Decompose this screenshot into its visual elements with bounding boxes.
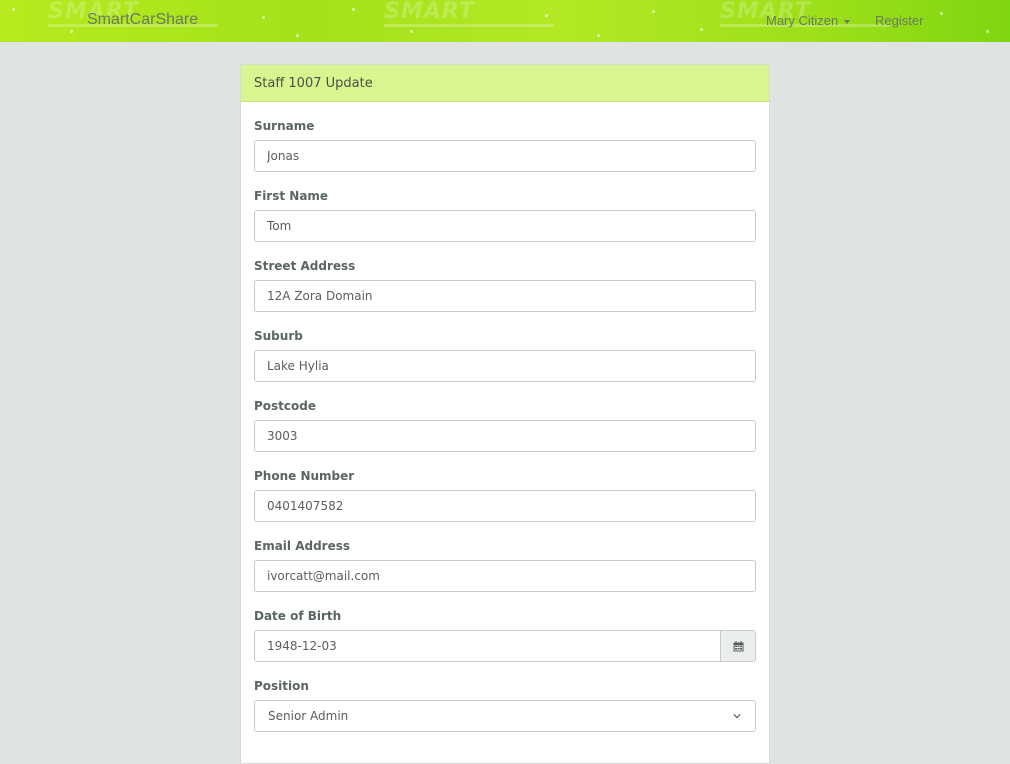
caret-down-icon [844,19,851,24]
phone-number-group: Phone Number [254,470,756,522]
postcode-label: Postcode [254,399,317,413]
phone-number-label: Phone Number [254,469,355,483]
phone-number-input[interactable] [254,490,756,522]
calendar-button[interactable] [721,630,756,662]
position-selected-value: Senior Admin [268,709,349,723]
date-of-birth-label: Date of Birth [254,609,342,623]
user-name: Mary Citizen [766,13,839,28]
first-name-label: First Name [254,189,329,203]
date-of-birth-input-group [254,630,756,662]
email-address-group: Email Address [254,540,756,592]
date-of-birth-group: Date of Birth [254,610,756,662]
position-group: Position Senior Admin [254,680,756,732]
surname-input[interactable] [254,140,756,172]
brand-link[interactable]: SmartCarShare [87,11,198,29]
street-address-group: Street Address [254,260,756,312]
suburb-input[interactable] [254,350,756,382]
position-label: Position [254,679,309,693]
user-menu-dropdown[interactable]: Mary Citizen [766,13,851,28]
street-address-input[interactable] [254,280,756,312]
postcode-input[interactable] [254,420,756,452]
logo-watermark: SMART [384,1,554,29]
staff-form: Surname First Name Street Address Suburb… [241,120,769,732]
email-address-input[interactable] [254,560,756,592]
suburb-label: Suburb [254,329,303,343]
position-select[interactable]: Senior Admin [254,700,756,732]
postcode-group: Postcode [254,400,756,452]
street-address-label: Street Address [254,259,356,273]
register-link[interactable]: Register [875,13,923,28]
first-name-group: First Name [254,190,756,242]
chevron-down-icon [733,714,741,719]
surname-label: Surname [254,119,315,133]
card-title: Staff 1007 Update [241,65,769,102]
first-name-input[interactable] [254,210,756,242]
top-navbar: SMART SMART SMART SmartCarShare Mary Cit… [0,0,1010,42]
calendar-icon [733,640,743,651]
email-address-label: Email Address [254,539,351,553]
date-of-birth-input[interactable] [254,630,721,662]
suburb-group: Suburb [254,330,756,382]
surname-group: Surname [254,120,756,172]
staff-update-card: Staff 1007 Update Surname First Name Str… [240,64,770,764]
